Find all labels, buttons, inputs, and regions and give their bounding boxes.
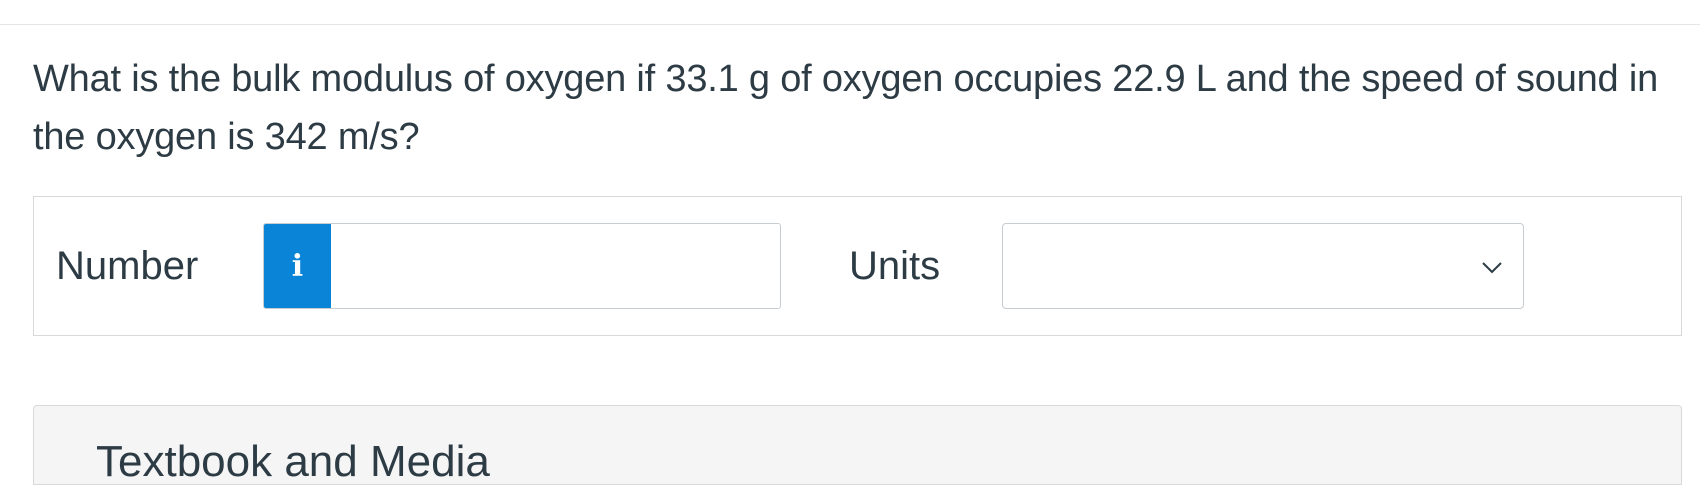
- textbook-media-panel[interactable]: Textbook and Media: [33, 405, 1682, 485]
- units-select[interactable]: [1002, 223, 1524, 309]
- textbook-media-title: Textbook and Media: [96, 437, 490, 485]
- number-label: Number: [56, 244, 199, 288]
- top-divider: [0, 24, 1700, 25]
- info-button[interactable]: i: [264, 224, 331, 308]
- chevron-down-icon: [1482, 262, 1502, 274]
- number-input[interactable]: [331, 224, 780, 308]
- units-label: Units: [849, 244, 941, 288]
- info-icon: i: [291, 248, 304, 284]
- question-text: What is the bulk modulus of oxygen if 33…: [33, 58, 1659, 158]
- number-input-group: i: [263, 223, 781, 309]
